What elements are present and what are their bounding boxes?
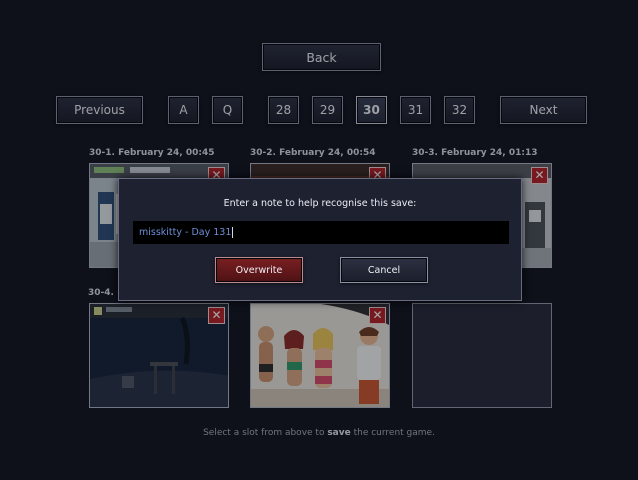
overwrite-button[interactable]: Overwrite [215,257,303,283]
text-caret [232,227,234,238]
save-note-input[interactable]: misskitty - Day 131 [133,221,509,244]
save-note-dialog: Enter a note to help recognise this save… [118,178,522,301]
cancel-button[interactable]: Cancel [340,257,428,283]
dialog-prompt: Enter a note to help recognise this save… [223,198,417,209]
